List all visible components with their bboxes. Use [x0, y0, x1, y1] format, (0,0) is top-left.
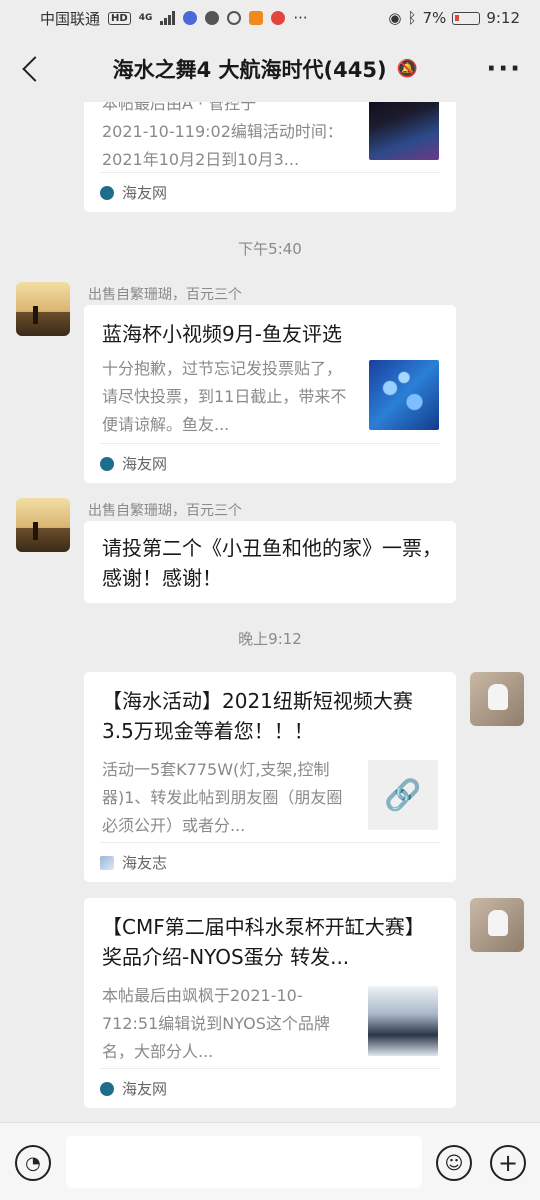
card-title: 蓝海杯小视频9月-鱼友评选	[102, 322, 342, 346]
battery-percent: 7%	[422, 9, 447, 27]
timestamp: 下午5:40	[238, 240, 302, 258]
card-description: 活动一5套K775W(灯,支架,控制器)1、转发此帖到朋友圈（朋友圈必须公开）或…	[102, 760, 343, 835]
source-name: 海友网	[122, 455, 168, 473]
emoji-icon[interactable]: ☺	[436, 1145, 472, 1181]
card-thumbnail	[368, 986, 438, 1056]
sender-name: 出售自繁珊瑚，百元三个	[88, 287, 242, 303]
link-card[interactable]: 本帖最后由A · 管控于 2021-10-119:02编辑活动时间：2021年1…	[84, 102, 456, 212]
source-name: 海友网	[122, 1080, 168, 1098]
message-text: 请投第二个《小丑鱼和他的家》一票，感谢！感谢！	[102, 536, 442, 590]
card-source: 海友网	[100, 443, 440, 483]
voice-icon[interactable]: ◔	[15, 1145, 51, 1181]
timestamp: 晚上9:12	[238, 630, 302, 648]
text-message[interactable]: 请投第二个《小丑鱼和他的家》一票，感谢！感谢！	[84, 521, 456, 603]
card-description: 本帖最后由飒枫于2021-10-712:51编辑说到NYOS这个品牌名，大部分人…	[102, 986, 330, 1061]
card-title: 【海水活动】2021纽斯短视频大赛 3.5万现金等着您！！！	[102, 689, 413, 743]
music-app-icon	[183, 11, 198, 25]
battery-icon	[452, 11, 481, 25]
message-input[interactable]	[66, 1136, 422, 1188]
signal-icon	[160, 11, 176, 25]
card-thumbnail	[369, 102, 439, 160]
source-logo-icon	[100, 855, 114, 870]
source-logo-icon	[100, 185, 114, 200]
link-icon: 🔗	[368, 760, 438, 830]
ring-icon	[227, 11, 242, 25]
network-type: 4G	[138, 13, 153, 23]
input-bar: ◔ ☺ +	[0, 1122, 540, 1200]
hd-badge: HD	[108, 11, 131, 25]
card-source: 海友网	[100, 1068, 440, 1108]
card-thumbnail	[369, 360, 439, 430]
chat-header: 海水之舞4 大航海时代(445) 🔕 ···	[0, 36, 540, 102]
mute-bell-icon: 🔕	[396, 59, 418, 79]
clock: 9:12	[486, 9, 520, 27]
source-logo-icon	[100, 456, 114, 471]
avatar[interactable]	[470, 672, 524, 726]
video-app-icon	[249, 11, 264, 25]
chat-title: 海水之舞4 大航海时代(445)	[112, 58, 387, 82]
more-notifications-icon: ···	[293, 9, 308, 27]
card-description: 2021-10-119:02编辑活动时间：2021年10月2日到10月3...	[102, 122, 343, 169]
source-name: 海友网	[122, 184, 168, 202]
card-source: 海友网	[100, 172, 440, 212]
plus-icon[interactable]: +	[490, 1145, 526, 1181]
link-card[interactable]: 【CMF第二届中科水泵杯开缸大赛】奖品介绍-NYOS蛋分 转发... 本帖最后由…	[84, 898, 456, 1108]
avatar[interactable]	[16, 498, 70, 552]
more-options-button[interactable]: ···	[486, 54, 522, 84]
eye-icon: ◉	[388, 9, 402, 27]
back-icon[interactable]	[18, 56, 44, 82]
link-card[interactable]: 蓝海杯小视频9月-鱼友评选 十分抱歉，过节忘记发投票贴了，请尽快投票，到11日截…	[84, 305, 456, 483]
avatar[interactable]	[16, 282, 70, 336]
sender-name: 出售自繁珊瑚，百元三个	[88, 503, 242, 519]
source-name: 海友志	[122, 854, 168, 872]
status-bar: 中国联通 HD 4G ··· ◉ ᛒ 7% 9:12	[0, 0, 540, 36]
link-card[interactable]: 【海水活动】2021纽斯短视频大赛 3.5万现金等着您！！！ 活动一5套K775…	[84, 672, 456, 882]
card-description: 十分抱歉，过节忘记发投票贴了，请尽快投票，到11日截止，带来不便请谅解。鱼友..…	[102, 359, 347, 434]
card-partial-text: 本帖最后由A · 管控于	[102, 102, 257, 113]
source-logo-icon	[100, 1081, 114, 1096]
card-title: 【CMF第二届中科水泵杯开缸大赛】奖品介绍-NYOS蛋分 转发...	[102, 915, 425, 969]
carrier-label: 中国联通	[40, 9, 101, 28]
app-icon	[205, 11, 220, 25]
weibo-icon	[271, 11, 286, 25]
card-source: 海友志	[100, 842, 440, 882]
avatar[interactable]	[470, 898, 524, 952]
message-list[interactable]: 本帖最后由A · 管控于 2021-10-119:02编辑活动时间：2021年1…	[0, 102, 540, 1122]
bluetooth-icon: ᛒ	[407, 9, 417, 27]
